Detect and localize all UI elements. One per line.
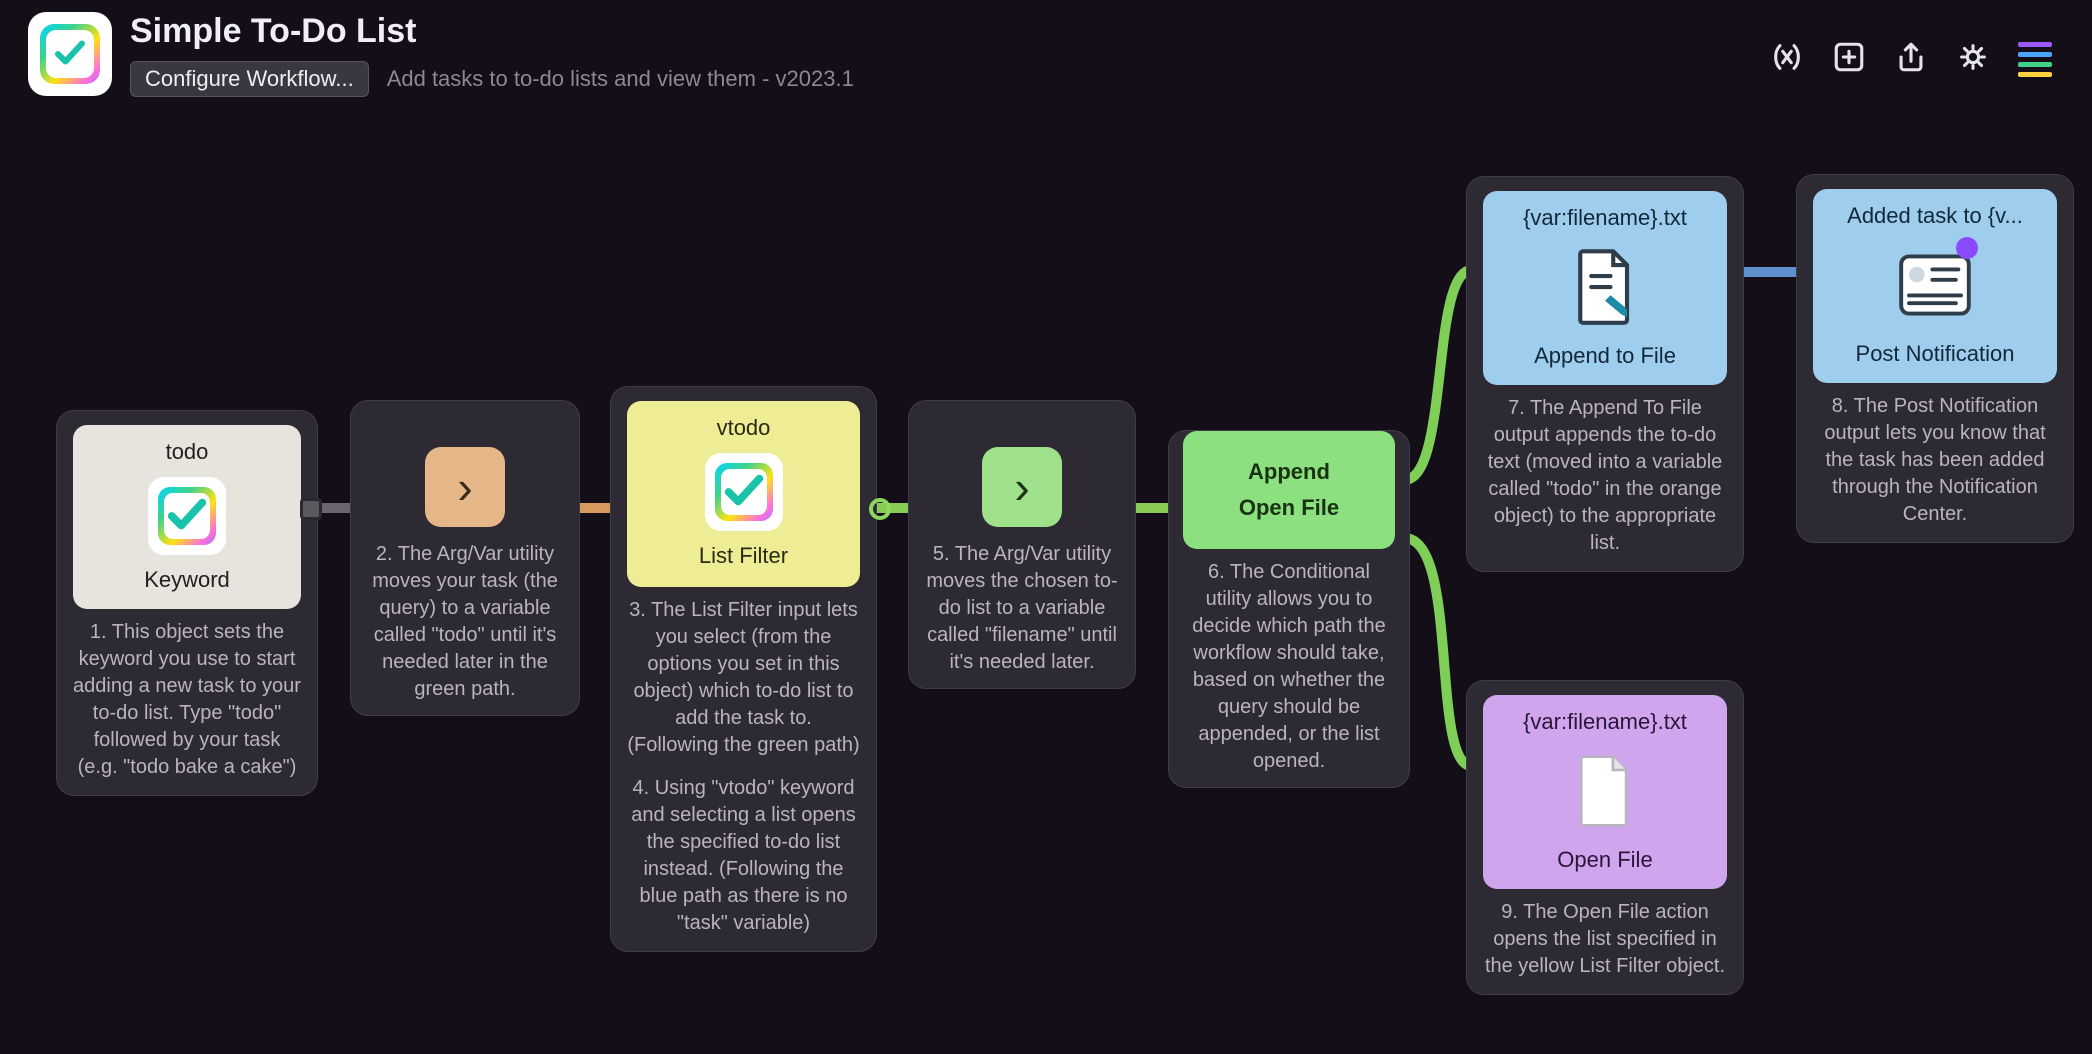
add-icon[interactable] — [1832, 40, 1866, 79]
file-icon — [1566, 747, 1644, 835]
list-filter-desc-4: 4. Using "vtodo" keyword and selecting a… — [627, 775, 860, 937]
list-filter-label: List Filter — [637, 543, 850, 569]
argvar-green-node[interactable]: › 5. The Arg/Var utility moves the chose… — [908, 400, 1136, 689]
workflow-canvas[interactable]: todo Keyword 1. This object sets the key… — [0, 110, 2092, 1054]
configure-workflow-button[interactable]: Configure Workflow... — [130, 61, 369, 97]
open-file-node[interactable]: {var:filename}.txt Open File 9. The Open… — [1466, 680, 1744, 995]
list-filter-output-port[interactable] — [869, 498, 891, 520]
notify-desc: 8. The Post Notification output lets you… — [1813, 393, 2057, 528]
menu-icon[interactable] — [2018, 42, 2052, 77]
argvar-green-desc: 5. The Arg/Var utility moves the chosen … — [923, 541, 1121, 676]
checkmark-icon — [52, 36, 88, 72]
file-append-icon — [1566, 243, 1644, 331]
keyword-node-icon — [148, 477, 226, 555]
notification-icon — [1896, 241, 1974, 329]
post-notification-node[interactable]: Added task to {v... Post Notification 8.… — [1796, 174, 2074, 543]
debug-icon[interactable] — [1956, 40, 1990, 79]
list-filter-node-icon — [705, 453, 783, 531]
append-title: {var:filename}.txt — [1493, 205, 1717, 231]
conditional-desc: 6. The Conditional utility allows you to… — [1183, 559, 1395, 775]
conditional-option-open: Open File — [1191, 495, 1387, 521]
keyword-output-port[interactable] — [300, 498, 322, 520]
notification-badge-icon — [1956, 237, 1978, 259]
list-filter-node[interactable]: vtodo List Filter 3. The List Filter inp… — [610, 386, 877, 952]
keyword-label: Keyword — [83, 567, 291, 593]
notify-label: Post Notification — [1823, 341, 2047, 367]
notify-title: Added task to {v... — [1823, 203, 2047, 229]
keyword-title: todo — [83, 439, 291, 465]
open-label: Open File — [1493, 847, 1717, 873]
argvar-orange-node[interactable]: › 2. The Arg/Var utility moves your task… — [350, 400, 580, 716]
argvar-orange-desc: 2. The Arg/Var utility moves your task (… — [365, 541, 565, 703]
open-title: {var:filename}.txt — [1493, 709, 1717, 735]
list-filter-title: vtodo — [637, 415, 850, 441]
list-filter-desc-3: 3. The List Filter input lets you select… — [627, 597, 860, 759]
append-label: Append to File — [1493, 343, 1717, 369]
share-icon[interactable] — [1894, 40, 1928, 79]
variables-icon[interactable] — [1770, 40, 1804, 79]
append-desc: 7. The Append To File output appends the… — [1483, 395, 1727, 557]
conditional-node[interactable]: Append Open File 6. The Conditional util… — [1168, 430, 1410, 788]
chevron-right-icon: › — [982, 447, 1062, 527]
keyword-desc: 1. This object sets the keyword you use … — [73, 619, 301, 781]
workflow-subtitle: Add tasks to to-do lists and view them -… — [387, 66, 854, 92]
workflow-app-icon — [28, 12, 112, 96]
conditional-option-append: Append — [1191, 459, 1387, 485]
header-bar: Simple To-Do List Configure Workflow... … — [0, 0, 2092, 110]
append-to-file-node[interactable]: {var:filename}.txt Append to File 7. The… — [1466, 176, 1744, 572]
workflow-title: Simple To-Do List — [130, 12, 854, 51]
chevron-right-icon: › — [425, 447, 505, 527]
keyword-node[interactable]: todo Keyword 1. This object sets the key… — [56, 410, 318, 796]
open-desc: 9. The Open File action opens the list s… — [1483, 899, 1727, 980]
